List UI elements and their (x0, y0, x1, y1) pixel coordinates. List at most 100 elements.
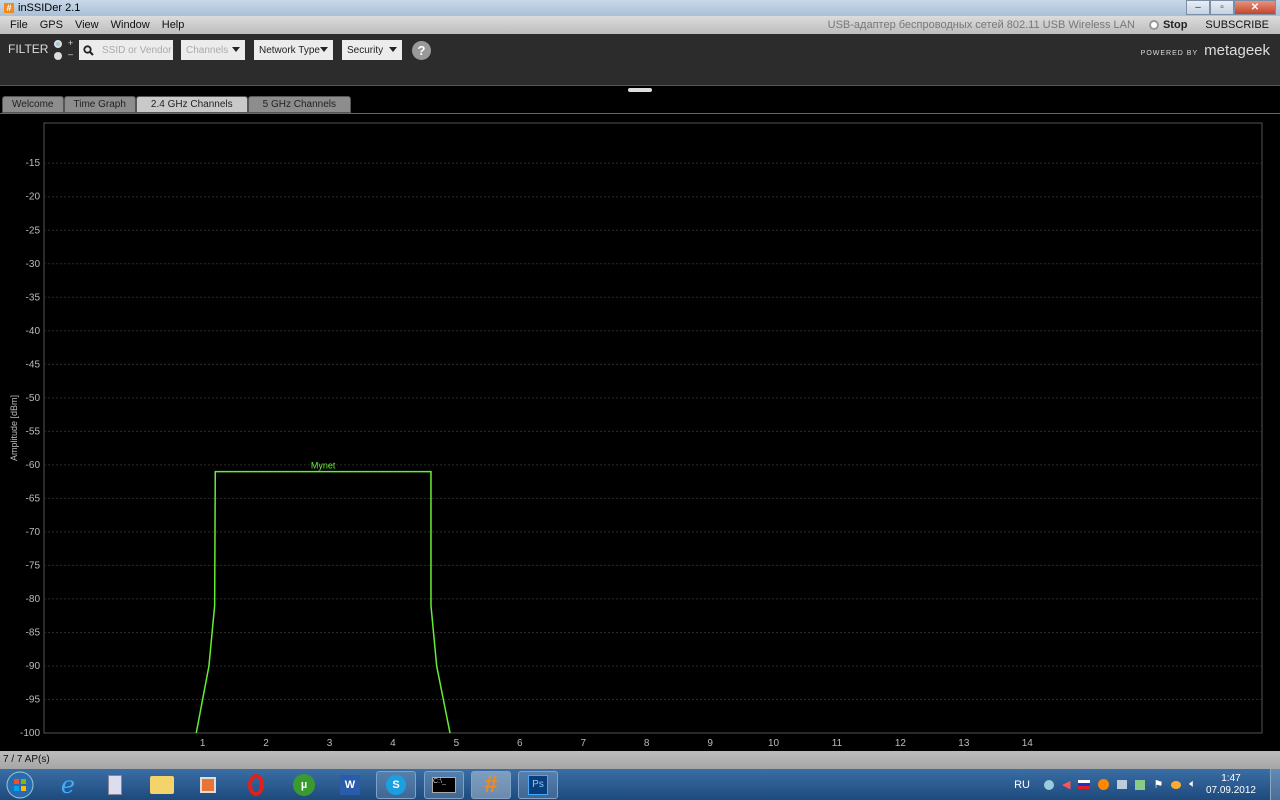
taskbar-explorer[interactable] (142, 771, 182, 799)
calculator-icon (108, 775, 122, 795)
tab-time-graph[interactable]: Time Graph (63, 96, 136, 113)
taskbar-opera[interactable] (236, 771, 276, 799)
minimize-button[interactable]: – (1186, 0, 1210, 15)
x-tick-label: 4 (390, 738, 396, 749)
opera-icon (248, 774, 264, 796)
menu-gps[interactable]: GPS (34, 19, 69, 31)
y-tick-label: -95 (26, 694, 41, 705)
adapter-name: USB-адаптер беспроводных сетей 802.11 US… (827, 19, 1135, 31)
cmd-icon: C:\_ (432, 777, 456, 793)
x-tick-label: 1 (200, 738, 206, 749)
plus-label: + (68, 38, 74, 48)
y-tick-label: -90 (26, 661, 41, 672)
menu-view[interactable]: View (69, 19, 105, 31)
y-tick-label: -100 (20, 728, 40, 739)
y-tick-label: -65 (26, 493, 41, 504)
chevron-down-icon (389, 47, 397, 52)
channels-dropdown[interactable]: Channels (181, 40, 245, 60)
start-button[interactable] (0, 771, 40, 799)
taskbar-photoshop[interactable]: Ps (518, 771, 558, 799)
y-axis-label: Amplitude [dBm] (9, 395, 19, 461)
security-dropdown[interactable]: Security (342, 40, 402, 60)
splitter-handle[interactable] (628, 88, 652, 92)
taskbar-media-player[interactable] (188, 771, 228, 799)
taskbar-word[interactable]: W (330, 771, 370, 799)
channels-label: Channels (186, 44, 229, 56)
channel-chart-svg: -15 -20 -25 -30 -35 -40 -45 -50 -55 -60 -65 -70 -75 -… (9, 122, 1263, 749)
y-tick-label: -50 (26, 393, 41, 404)
subscribe-link[interactable]: SUBSCRIBE (1205, 19, 1269, 31)
menu-file[interactable]: File (4, 19, 34, 31)
x-tick-label: 14 (1022, 738, 1034, 749)
taskbar-skype[interactable]: S (376, 771, 416, 799)
network-type-label: Network Type (259, 44, 320, 56)
metageek-logo: POWERED BY metageek (1141, 42, 1270, 59)
series-label: Mynet (311, 461, 336, 471)
title-bar: # inSSIDer 2.1 – ▫ ✕ (0, 0, 1280, 16)
y-tick-label: -60 (26, 460, 41, 471)
y-tick-label: -75 (26, 560, 41, 571)
volume-icon[interactable]: 🔈︎ (1189, 778, 1196, 791)
x-tick-label: 7 (580, 738, 586, 749)
plot-area (43, 122, 1263, 734)
x-tick-label: 2 (263, 738, 269, 749)
maximize-button[interactable]: ▫ (1210, 0, 1234, 15)
tab-2-4ghz-channels[interactable]: 2.4 GHz Channels (135, 96, 248, 113)
clock-time: 1:47 (1221, 772, 1241, 784)
security-label: Security (347, 44, 384, 56)
help-button[interactable]: ? (412, 41, 431, 60)
menu-bar: File GPS View Window Help USB-адаптер бе… (0, 16, 1280, 34)
taskbar-ie[interactable]: e (48, 771, 88, 799)
ap-count: 7 / 7 AP(s) (3, 754, 50, 765)
menu-help[interactable]: Help (156, 19, 191, 31)
stop-button[interactable]: Stop (1148, 19, 1188, 31)
chevron-down-icon (320, 47, 328, 52)
search-icon (83, 44, 94, 56)
y-tick-label: -15 (26, 158, 41, 169)
russian-flag-icon[interactable] (1078, 780, 1091, 789)
show-desktop-button[interactable] (1270, 769, 1280, 800)
taskbar-calculator[interactable] (95, 771, 135, 799)
action-center-flag-icon[interactable]: ⚑ (1153, 778, 1163, 791)
y-tick-label: -20 (26, 192, 41, 203)
filter-label: FILTER (8, 42, 49, 56)
clock-date: 07.09.2012 (1205, 784, 1256, 796)
y-tick-label: -70 (26, 527, 41, 538)
taskbar-cmd[interactable]: C:\_ (424, 771, 464, 799)
menu-window[interactable]: Window (105, 19, 156, 31)
x-tick-label: 3 (327, 738, 333, 749)
clock[interactable]: 1:47 07.09.2012 (1206, 773, 1256, 797)
internet-explorer-icon: e (60, 771, 76, 799)
window-title: inSSIDer 2.1 (18, 2, 81, 14)
power-tray-icon[interactable] (1135, 779, 1146, 790)
x-tick-label: 5 (454, 738, 460, 749)
weather-tray-icon[interactable] (1171, 780, 1182, 789)
network-tray-icon[interactable] (1117, 780, 1128, 789)
y-tick-label: -55 (26, 426, 41, 437)
orange-tray-icon[interactable] (1098, 779, 1110, 790)
taskbar-utorrent[interactable]: µ (284, 771, 324, 799)
stop-icon (1148, 20, 1159, 30)
x-tick-label: 13 (958, 738, 970, 749)
y-tick-label: -85 (26, 627, 41, 638)
app-icon: # (4, 3, 14, 13)
taskbar-inssider[interactable]: # (471, 771, 511, 799)
status-bar: 7 / 7 AP(s) (0, 751, 1280, 769)
filter-exclude-radio[interactable] (54, 52, 62, 60)
skype-tray-icon[interactable] (1043, 779, 1054, 790)
language-indicator[interactable]: RU (1014, 779, 1030, 791)
inssider-icon: # (484, 771, 498, 798)
tab-5ghz-channels[interactable]: 5 GHz Channels (247, 96, 352, 113)
system-tray: RU ◀ ⚑ 🔈︎ 1:47 07.09.2012 (1014, 769, 1280, 800)
taskbar: e µ W S C:\_ # Ps RU ◀ ⚑ 🔈︎ 1:47 07.09.20… (0, 769, 1280, 800)
ssid-search-input[interactable]: SSID or Vendor (79, 40, 173, 60)
close-button[interactable]: ✕ (1234, 0, 1276, 15)
tab-welcome[interactable]: Welcome (2, 96, 64, 113)
speaker-tray-icon[interactable]: ◀ (1062, 778, 1070, 791)
x-tick-label: 12 (895, 738, 907, 749)
network-type-dropdown[interactable]: Network Type (254, 40, 333, 60)
minus-label: – (68, 49, 74, 59)
filter-include-radio[interactable] (54, 40, 62, 48)
stop-label: Stop (1162, 19, 1188, 31)
photoshop-icon: Ps (528, 775, 548, 795)
